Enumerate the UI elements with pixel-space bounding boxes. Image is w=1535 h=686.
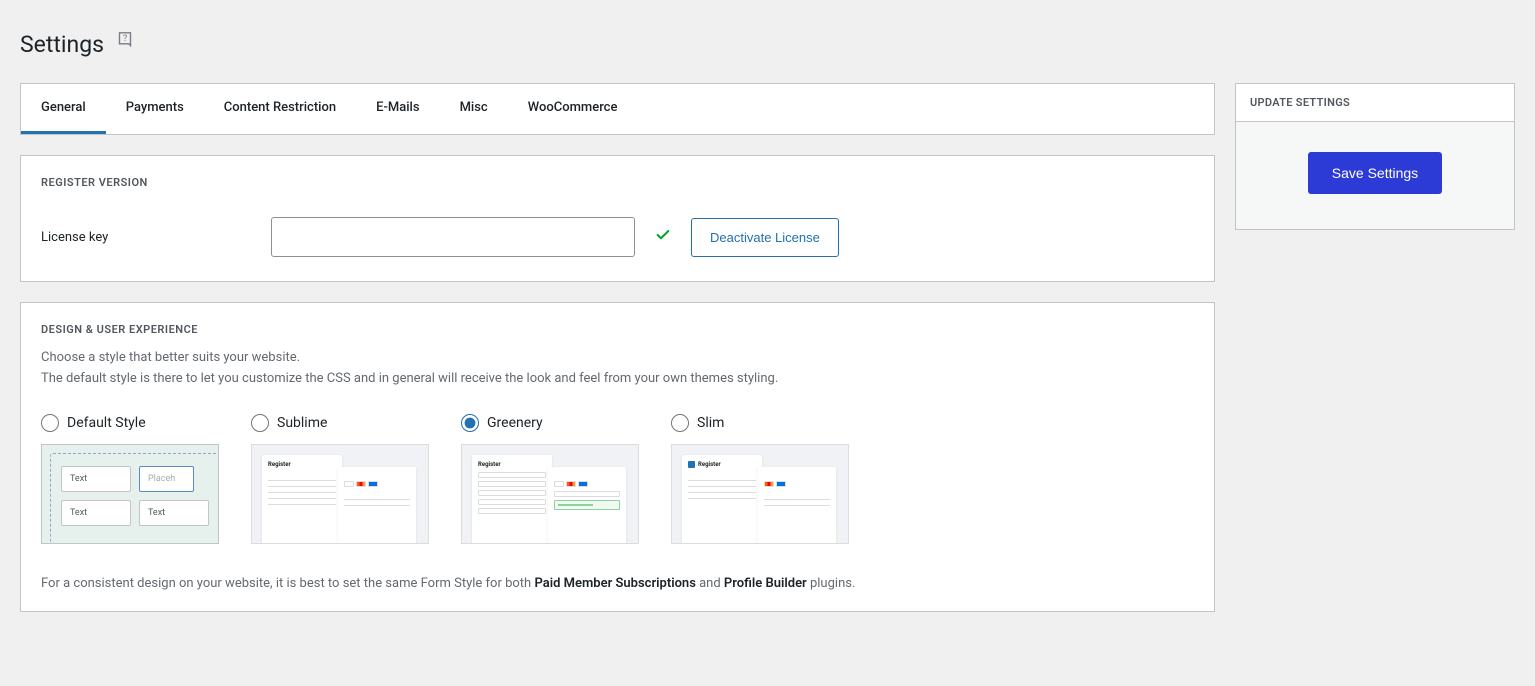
design-desc-line1: Choose a style that better suits your we… xyxy=(41,348,1194,369)
tab-general[interactable]: General xyxy=(21,84,106,134)
radio-input-slim[interactable] xyxy=(671,414,689,432)
radio-input-sublime[interactable] xyxy=(251,414,269,432)
deactivate-license-button[interactable]: Deactivate License xyxy=(691,218,839,257)
help-icon[interactable]: ? xyxy=(114,30,136,58)
save-settings-button[interactable]: Save Settings xyxy=(1308,152,1442,194)
page-title: Settings ? xyxy=(20,30,1515,58)
preview-register-title: Register xyxy=(268,461,336,468)
check-icon xyxy=(655,227,671,247)
tab-woocommerce[interactable]: WooCommerce xyxy=(508,84,638,134)
radio-slim[interactable]: Slim xyxy=(671,414,724,432)
style-options: Default Style Text Placeh Text Text xyxy=(21,390,1214,556)
radio-input-default[interactable] xyxy=(41,414,59,432)
tab-emails[interactable]: E-Mails xyxy=(356,84,439,134)
slim-icon xyxy=(688,461,695,468)
preview-slim[interactable]: Register xyxy=(671,444,849,544)
tab-content-restriction[interactable]: Content Restriction xyxy=(204,84,356,134)
preview-text-field: Text xyxy=(61,466,131,492)
license-key-input[interactable] xyxy=(271,217,635,257)
preview-register-title: Register xyxy=(478,461,546,468)
radio-sublime[interactable]: Sublime xyxy=(251,414,327,432)
tab-misc[interactable]: Misc xyxy=(440,84,508,134)
design-footnote: For a consistent design on your website,… xyxy=(21,556,1214,611)
preview-sublime[interactable]: Register xyxy=(251,444,429,544)
preview-text-field: Text xyxy=(61,500,131,526)
radio-default-style[interactable]: Default Style xyxy=(41,414,146,432)
payment-icon xyxy=(776,481,786,487)
svg-text:?: ? xyxy=(123,34,127,44)
update-settings-box: UPDATE SETTINGS Save Settings xyxy=(1235,83,1515,230)
register-heading: REGISTER VERSION xyxy=(21,156,1214,201)
payment-icon xyxy=(764,481,774,487)
page-title-text: Settings xyxy=(20,31,104,58)
footnote-plugin1: Paid Member Subscriptions xyxy=(534,576,695,591)
radio-label-default: Default Style xyxy=(67,415,146,431)
design-panel: DESIGN & USER EXPERIENCE Choose a style … xyxy=(20,302,1215,612)
license-key-label: License key xyxy=(41,230,251,245)
payment-icon xyxy=(566,481,576,487)
register-panel: REGISTER VERSION License key Deactivate … xyxy=(20,155,1215,282)
update-settings-heading: UPDATE SETTINGS xyxy=(1236,84,1514,122)
footnote-plugin2: Profile Builder xyxy=(724,576,807,591)
radio-greenery[interactable]: Greenery xyxy=(461,414,543,432)
design-description: Choose a style that better suits your we… xyxy=(21,348,1214,390)
payment-icon xyxy=(356,481,366,487)
payment-icon xyxy=(578,481,588,487)
preview-default[interactable]: Text Placeh Text Text xyxy=(41,444,219,544)
preview-register-title: Register xyxy=(698,461,721,468)
payment-icon xyxy=(344,481,354,487)
design-desc-line2: The default style is there to let you cu… xyxy=(41,369,1194,390)
payment-icon xyxy=(368,481,378,487)
option-default-style: Default Style Text Placeh Text Text xyxy=(41,414,219,544)
preview-placeholder-field: Placeh xyxy=(139,466,194,492)
radio-label-sublime: Sublime xyxy=(277,415,327,431)
tabs-container: General Payments Content Restriction E-M… xyxy=(20,83,1215,135)
footnote-suffix: plugins. xyxy=(807,576,856,591)
option-greenery: Greenery Register xyxy=(461,414,639,544)
radio-label-greenery: Greenery xyxy=(487,415,543,431)
preview-text-field: Text xyxy=(139,500,209,526)
design-heading: DESIGN & USER EXPERIENCE xyxy=(21,303,1214,348)
preview-greenery[interactable]: Register xyxy=(461,444,639,544)
radio-input-greenery[interactable] xyxy=(461,414,479,432)
option-slim: Slim Register xyxy=(671,414,849,544)
radio-label-slim: Slim xyxy=(697,415,724,431)
tab-payments[interactable]: Payments xyxy=(106,84,204,134)
footnote-and: and xyxy=(696,576,724,591)
footnote-prefix: For a consistent design on your website,… xyxy=(41,576,534,591)
payment-icon xyxy=(554,481,564,487)
option-sublime: Sublime Register xyxy=(251,414,429,544)
